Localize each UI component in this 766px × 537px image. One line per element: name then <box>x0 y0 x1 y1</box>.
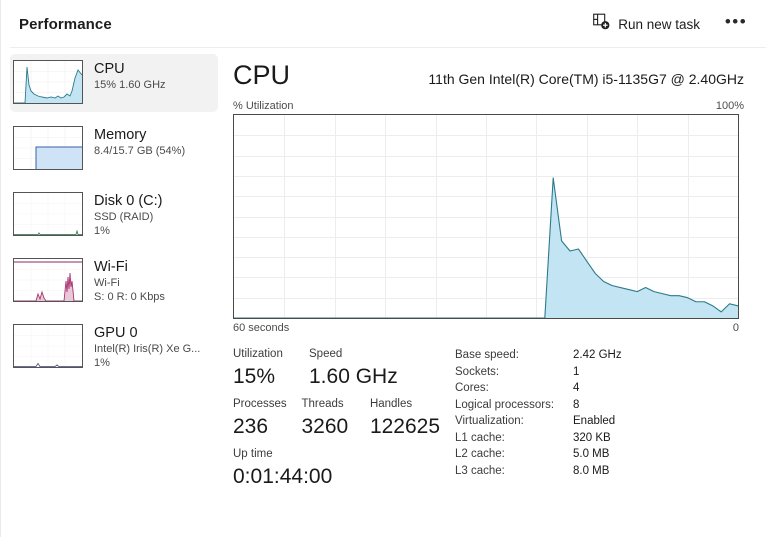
spec-value: 4 <box>573 382 580 394</box>
sidebar-item-sub1: 8.4/15.7 GB (54%) <box>94 145 186 157</box>
cpu-thumb-graph <box>13 60 83 104</box>
task-manager-window: Performance Run new task ••• CPU 15% 1.6… <box>0 0 766 537</box>
sidebar-item-sub1: SSD (RAID) <box>94 211 154 223</box>
spec-row: Cores: 4 <box>455 380 744 397</box>
cpu-stats: Utilization 15% Speed 1.60 GHz Processes… <box>233 346 744 496</box>
spec-key: Virtualization: <box>455 415 524 427</box>
sidebar-item-text: Wi-Fi Wi-Fi S: 0 R: 0 Kbps <box>94 258 165 304</box>
y-axis-label: % Utilization <box>233 100 294 112</box>
graph-axis-labels: % Utilization 100% <box>233 100 744 112</box>
stat-processes-value: 236 <box>233 415 269 438</box>
more-options-button[interactable]: ••• <box>720 9 752 39</box>
time-start-label: 60 seconds <box>233 322 290 334</box>
spec-key: Sockets: <box>455 365 500 378</box>
spec-value: 8.0 MB <box>573 464 610 477</box>
sidebar-item-disk[interactable]: Disk 0 (C:) SSD (RAID) 1% <box>10 186 218 244</box>
stat-uptime: Up time 0:01:44:00 <box>233 446 451 492</box>
sidebar-item-label: Wi-Fi <box>94 259 128 275</box>
spec-row: Virtualization: Enabled <box>455 413 744 430</box>
sidebar-item-cpu[interactable]: CPU 15% 1.60 GHz <box>10 54 218 112</box>
spec-row: L3 cache: 8.0 MB <box>455 463 744 480</box>
sidebar-item-sub2: 1% <box>94 357 110 369</box>
spec-key: L1 cache: <box>455 431 505 444</box>
spec-key: L2 cache: <box>455 448 505 460</box>
spec-value: 5.0 MB <box>573 448 610 460</box>
spec-row: L1 cache: 320 KB <box>455 430 744 447</box>
stat-processes: Processes 236 <box>233 396 301 442</box>
stat-utilization: Utilization 15% <box>233 346 309 392</box>
run-new-task-button[interactable]: Run new task <box>583 9 710 39</box>
cpu-spec-list: Base speed: 2.42 GHz Sockets: 1 Cores: 4… <box>451 346 744 496</box>
sidebar-item-gpu[interactable]: GPU 0 Intel(R) Iris(R) Xe G... 1% <box>10 318 218 376</box>
sidebar-item-sub2: S: 0 R: 0 Kbps <box>94 291 165 303</box>
stat-utilization-label: Utilization <box>233 348 283 360</box>
spec-key: Cores: <box>455 382 489 394</box>
cpu-utilization-graph <box>233 114 739 319</box>
spec-value: Enabled <box>573 415 616 427</box>
sidebar-item-label: GPU 0 <box>94 325 138 341</box>
gpu-thumb-graph <box>13 324 83 368</box>
cpu-titlebar: CPU 11th Gen Intel(R) Core(TM) i5-1135G7… <box>233 48 744 92</box>
ellipsis-icon: ••• <box>724 11 748 31</box>
spec-value: 320 KB <box>573 431 611 444</box>
stat-threads: Threads 3260 <box>301 396 369 442</box>
sidebar-item-label: Disk 0 (C:) <box>94 193 163 209</box>
sidebar-item-text: GPU 0 Intel(R) Iris(R) Xe G... 1% <box>94 324 200 370</box>
sidebar-item-label: CPU <box>94 61 125 77</box>
y-axis-max-label: 100% <box>715 100 744 112</box>
cpu-graph-svg <box>234 115 738 318</box>
wifi-thumb-graph <box>13 258 83 302</box>
sidebar-item-sub1: 15% 1.60 GHz <box>94 79 166 91</box>
stat-handles-label: Handles <box>369 398 413 410</box>
sidebar-item-wifi[interactable]: Wi-Fi Wi-Fi S: 0 R: 0 Kbps <box>10 252 218 310</box>
stat-uptime-value: 0:01:44:00 <box>233 465 333 488</box>
stat-speed-label: Speed <box>309 348 343 360</box>
spec-row: L2 cache: 5.0 MB <box>455 446 744 463</box>
stat-speed-value: 1.60 GHz <box>309 365 398 388</box>
spec-value: 1 <box>573 365 580 378</box>
disk-thumb-graph <box>13 192 83 236</box>
spec-value: 2.42 GHz <box>573 349 622 361</box>
window-body: CPU 15% 1.60 GHz Memory 8.4/15.7 GB (54%… <box>1 48 766 537</box>
spec-row: Logical processors: 8 <box>455 397 744 414</box>
spec-row: Base speed: 2.42 GHz <box>455 347 744 364</box>
grid-lines <box>234 115 738 318</box>
stat-threads-value: 3260 <box>301 415 349 438</box>
stat-uptime-label: Up time <box>233 448 273 460</box>
sidebar-item-text: CPU 15% 1.60 GHz <box>94 60 166 92</box>
spec-key: Logical processors: <box>455 398 555 411</box>
window-header: Performance Run new task ••• <box>1 0 766 48</box>
graph-time-labels: 60 seconds 0 <box>233 322 739 334</box>
cpu-model-name: 11th Gen Intel(R) Core(TM) i5-1135G7 @ 2… <box>428 71 744 87</box>
page-title: Performance <box>19 15 112 33</box>
new-task-icon <box>593 13 610 35</box>
memory-thumb-graph <box>13 126 83 170</box>
stat-speed: Speed 1.60 GHz <box>309 346 405 392</box>
cpu-heading: CPU <box>233 60 291 90</box>
sidebar-item-label: Memory <box>94 127 147 143</box>
sidebar-item-text: Memory 8.4/15.7 GB (54%) <box>94 126 185 158</box>
sidebar-item-sub1: Intel(R) Iris(R) Xe G... <box>94 343 201 355</box>
stats-row-2: Processes 236 Threads 3260 Handles 12262… <box>233 396 451 442</box>
cpu-stats-left: Utilization 15% Speed 1.60 GHz Processes… <box>233 346 451 496</box>
sidebar-item-sub2: 1% <box>94 225 110 237</box>
spec-key: L3 cache: <box>455 464 505 477</box>
cpu-detail-panel: CPU 11th Gen Intel(R) Core(TM) i5-1135G7… <box>225 48 766 537</box>
sidebar: CPU 15% 1.60 GHz Memory 8.4/15.7 GB (54%… <box>1 48 225 537</box>
stat-handles: Handles 122625 <box>370 396 451 442</box>
stat-processes-label: Processes <box>233 398 287 410</box>
sidebar-item-sub1: Wi-Fi <box>94 277 120 289</box>
stats-row-1: Utilization 15% Speed 1.60 GHz <box>233 346 451 392</box>
run-new-task-label: Run new task <box>618 16 700 32</box>
spec-row: Sockets: 1 <box>455 364 744 381</box>
sidebar-item-memory[interactable]: Memory 8.4/15.7 GB (54%) <box>10 120 218 178</box>
spec-value: 8 <box>573 398 580 411</box>
sidebar-item-text: Disk 0 (C:) SSD (RAID) 1% <box>94 192 162 238</box>
time-end-label: 0 <box>732 322 739 334</box>
spec-key: Base speed: <box>455 349 519 361</box>
stat-utilization-value: 15% <box>233 365 276 388</box>
stat-threads-label: Threads <box>301 398 344 410</box>
stat-handles-value: 122625 <box>369 415 441 438</box>
